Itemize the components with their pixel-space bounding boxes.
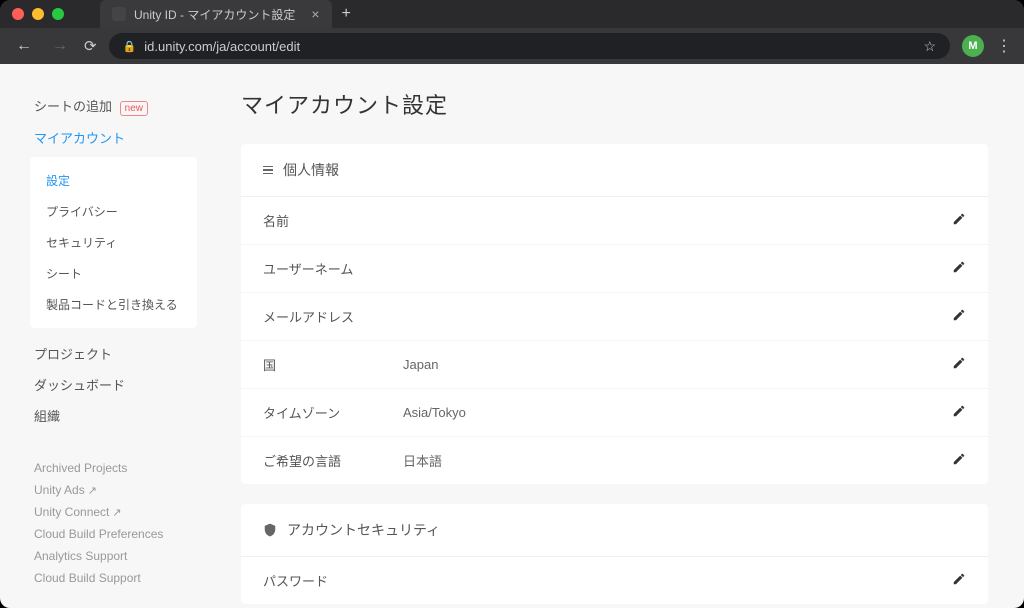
window-maximize-button[interactable] bbox=[52, 8, 64, 20]
pencil-icon bbox=[952, 356, 966, 370]
subnav-settings[interactable]: 設定 bbox=[30, 165, 197, 196]
lock-icon: 🔒 bbox=[123, 40, 137, 53]
edit-name-button[interactable] bbox=[952, 212, 966, 229]
pencil-icon bbox=[952, 572, 966, 586]
pencil-icon bbox=[952, 212, 966, 226]
link-unity-ads[interactable]: Unity Ads↗ bbox=[34, 479, 197, 501]
new-badge: new bbox=[120, 101, 148, 116]
sidebar: シートの追加 new マイアカウント 設定 プライバシー セキュリティ シート … bbox=[0, 64, 205, 608]
personal-info-header: 個人情報 bbox=[241, 144, 988, 197]
page-title: マイアカウント設定 bbox=[241, 88, 988, 120]
edit-password-button[interactable] bbox=[952, 572, 966, 589]
name-label: 名前 bbox=[263, 211, 403, 230]
edit-timezone-button[interactable] bbox=[952, 404, 966, 421]
browser-menu-button[interactable]: ⋮ bbox=[996, 36, 1012, 56]
link-analytics-support[interactable]: Analytics Support bbox=[34, 545, 197, 567]
shield-icon bbox=[263, 523, 277, 537]
personal-info-card: 個人情報 名前 ユーザーネーム メールアドレス bbox=[241, 144, 988, 484]
tab-close-button[interactable]: × bbox=[311, 6, 319, 22]
link-unity-connect[interactable]: Unity Connect↗ bbox=[34, 501, 197, 523]
list-icon bbox=[263, 166, 273, 175]
language-value: 日本語 bbox=[403, 451, 952, 470]
window-close-button[interactable] bbox=[12, 8, 24, 20]
username-label: ユーザーネーム bbox=[263, 259, 403, 278]
reload-button[interactable]: ⟳ bbox=[84, 37, 97, 55]
timezone-label: タイムゾーン bbox=[263, 403, 403, 422]
row-timezone: タイムゾーン Asia/Tokyo bbox=[241, 389, 988, 437]
timezone-value: Asia/Tokyo bbox=[403, 405, 952, 420]
pencil-icon bbox=[952, 404, 966, 418]
bookmark-star-icon[interactable]: ☆ bbox=[923, 38, 936, 55]
sidebar-my-account[interactable]: マイアカウント bbox=[34, 122, 197, 153]
address-bar: ← → ⟳ 🔒 id.unity.com/ja/account/edit ☆ M… bbox=[0, 28, 1024, 64]
pencil-icon bbox=[952, 260, 966, 274]
edit-language-button[interactable] bbox=[952, 452, 966, 469]
row-country: 国 Japan bbox=[241, 341, 988, 389]
new-tab-button[interactable]: + bbox=[342, 5, 351, 23]
main-content: マイアカウント設定 個人情報 名前 ユーザーネーム メー bbox=[205, 64, 1024, 608]
link-cloud-build-support[interactable]: Cloud Build Support bbox=[34, 567, 197, 589]
external-link-icon: ↗ bbox=[112, 507, 121, 519]
row-username: ユーザーネーム bbox=[241, 245, 988, 293]
subnav-security[interactable]: セキュリティ bbox=[30, 227, 197, 258]
link-cloud-build-prefs[interactable]: Cloud Build Preferences bbox=[34, 523, 197, 545]
sidebar-organization[interactable]: 組織 bbox=[34, 400, 197, 431]
edit-country-button[interactable] bbox=[952, 356, 966, 373]
account-security-card: アカウントセキュリティ パスワード bbox=[241, 504, 988, 604]
url-input[interactable]: 🔒 id.unity.com/ja/account/edit ☆ bbox=[109, 33, 950, 59]
subnav-seats[interactable]: シート bbox=[30, 258, 197, 289]
subnav-redeem[interactable]: 製品コードと引き換える bbox=[30, 289, 197, 320]
row-name: 名前 bbox=[241, 197, 988, 245]
browser-tab[interactable]: Unity ID - マイアカウント設定 × bbox=[100, 0, 332, 28]
url-text: id.unity.com/ja/account/edit bbox=[144, 39, 300, 54]
tab-favicon bbox=[112, 7, 126, 21]
sidebar-dashboard[interactable]: ダッシュボード bbox=[34, 369, 197, 400]
external-link-icon: ↗ bbox=[88, 485, 97, 497]
sidebar-subnav: 設定 プライバシー セキュリティ シート 製品コードと引き換える bbox=[30, 157, 197, 328]
password-label: パスワード bbox=[263, 571, 403, 590]
tab-title: Unity ID - マイアカウント設定 bbox=[134, 6, 295, 23]
window-minimize-button[interactable] bbox=[32, 8, 44, 20]
pencil-icon bbox=[952, 308, 966, 322]
language-label: ご希望の言語 bbox=[263, 451, 403, 470]
row-language: ご希望の言語 日本語 bbox=[241, 437, 988, 484]
account-security-header: アカウントセキュリティ bbox=[241, 504, 988, 557]
country-value: Japan bbox=[403, 357, 952, 372]
sidebar-project[interactable]: プロジェクト bbox=[34, 338, 197, 369]
edit-email-button[interactable] bbox=[952, 308, 966, 325]
link-archived-projects[interactable]: Archived Projects bbox=[34, 457, 197, 479]
email-label: メールアドレス bbox=[263, 307, 403, 326]
sidebar-add-seat[interactable]: シートの追加 new bbox=[34, 90, 197, 122]
pencil-icon bbox=[952, 452, 966, 466]
subnav-privacy[interactable]: プライバシー bbox=[30, 196, 197, 227]
row-email: メールアドレス bbox=[241, 293, 988, 341]
nav-forward-button[interactable]: → bbox=[48, 33, 72, 59]
edit-username-button[interactable] bbox=[952, 260, 966, 277]
country-label: 国 bbox=[263, 355, 403, 374]
profile-avatar[interactable]: M bbox=[962, 35, 984, 57]
row-password: パスワード bbox=[241, 557, 988, 604]
window-titlebar: Unity ID - マイアカウント設定 × + bbox=[0, 0, 1024, 28]
nav-back-button[interactable]: ← bbox=[12, 33, 36, 59]
